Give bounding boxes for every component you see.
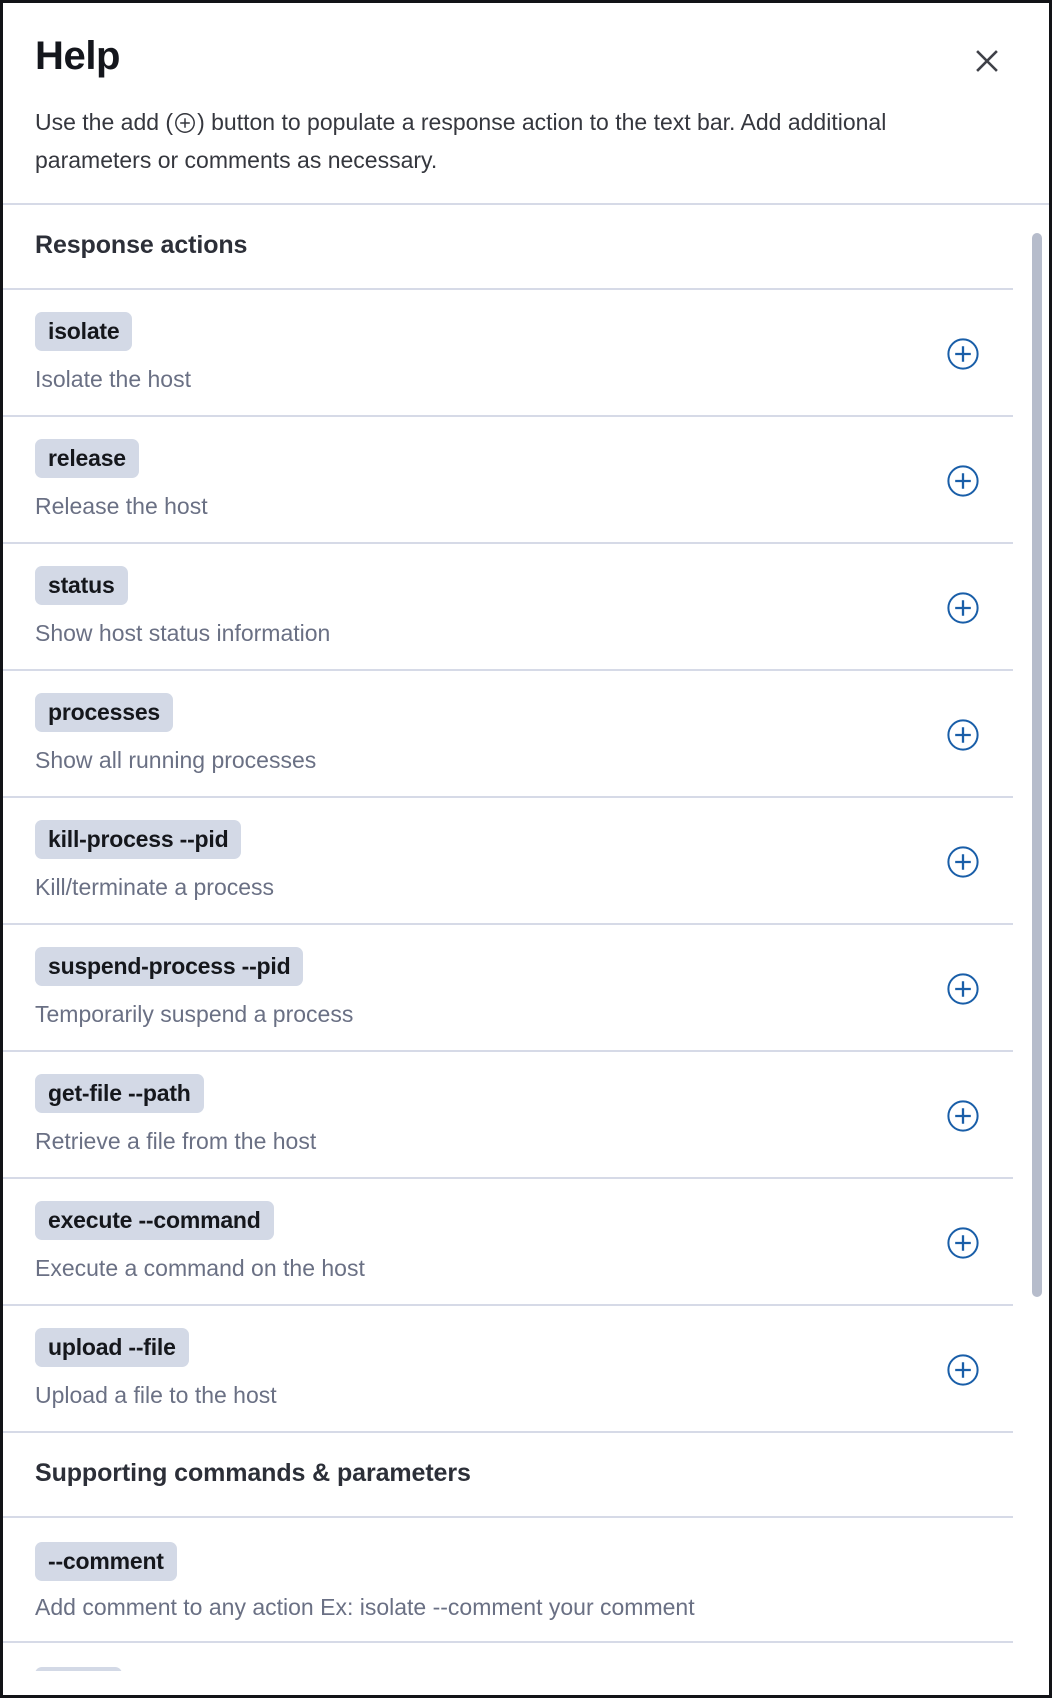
- add-circle-icon: [946, 718, 980, 752]
- command-description: Release the host: [35, 492, 208, 522]
- add-circle-icon: [946, 1353, 980, 1387]
- command-description: Upload a file to the host: [35, 1381, 277, 1411]
- command-badge: execute --command: [35, 1201, 274, 1240]
- command-description: Kill/terminate a process: [35, 873, 274, 903]
- command-badge: isolate: [35, 312, 132, 351]
- add-action-button[interactable]: [937, 328, 989, 380]
- add-circle-icon: [946, 464, 980, 498]
- list-item: status Show host status information: [3, 544, 1013, 669]
- add-circle-icon: [946, 972, 980, 1006]
- command-badge: --comment: [35, 1542, 177, 1581]
- add-action-button[interactable]: [937, 836, 989, 888]
- command-text-group: processes Show all running processes: [3, 693, 316, 776]
- title-row: Help: [35, 33, 1017, 83]
- sections-container: Response actions isolate Isolate the host r…: [3, 205, 1049, 1671]
- add-circle-icon: [946, 1226, 980, 1260]
- close-button[interactable]: [965, 39, 1009, 83]
- command-text-group: release Release the host: [3, 439, 208, 522]
- page-title: Help: [35, 33, 120, 80]
- command-description: Retrieve a file from the host: [35, 1127, 316, 1157]
- add-circle-icon: [946, 591, 980, 625]
- section-heading-response-actions: Response actions: [3, 205, 1049, 288]
- add-action-button[interactable]: [937, 963, 989, 1015]
- list-item: get-file --path Retrieve a file from the …: [3, 1052, 1013, 1177]
- command-text-group: --help: [3, 1667, 122, 1671]
- command-text-group: status Show host status information: [3, 566, 330, 649]
- help-flyout-panel: Help Use the add () button to populate a…: [0, 0, 1052, 1698]
- command-description: Show host status information: [35, 619, 330, 649]
- command-badge: suspend-process --pid: [35, 947, 303, 986]
- command-badge: status: [35, 566, 128, 605]
- command-description: Execute a command on the host: [35, 1254, 365, 1284]
- command-text-group: execute --command Execute a command on th…: [3, 1201, 365, 1284]
- help-content-scroll-area[interactable]: Response actions isolate Isolate the host r…: [3, 205, 1049, 1671]
- help-description: Use the add () button to populate a resp…: [35, 105, 965, 177]
- add-circle-icon: [946, 845, 980, 879]
- command-badge: processes: [35, 693, 173, 732]
- list-item: --help: [3, 1643, 1013, 1671]
- command-text-group: kill-process --pid Kill/terminate a proce…: [3, 820, 274, 903]
- command-description: Show all running processes: [35, 746, 316, 776]
- list-item: processes Show all running processes: [3, 671, 1013, 796]
- command-text-group: isolate Isolate the host: [3, 312, 191, 395]
- list-item: kill-process --pid Kill/terminate a proce…: [3, 798, 1013, 923]
- command-description: Add comment to any action Ex: isolate --…: [35, 1593, 695, 1623]
- list-item: isolate Isolate the host: [3, 290, 1013, 415]
- help-description-before: Use the add (: [35, 109, 173, 135]
- add-action-button[interactable]: [937, 455, 989, 507]
- command-badge: upload --file: [35, 1328, 189, 1367]
- command-badge: get-file --path: [35, 1074, 204, 1113]
- add-action-button[interactable]: [937, 1344, 989, 1396]
- command-description: Isolate the host: [35, 365, 191, 395]
- list-item: suspend-process --pid Temporarily suspend…: [3, 925, 1013, 1050]
- list-item: release Release the host: [3, 417, 1013, 542]
- list-item: execute --command Execute a command on th…: [3, 1179, 1013, 1304]
- list-item: --comment Add comment to any action Ex: i…: [3, 1518, 1013, 1641]
- add-circle-icon: [946, 337, 980, 371]
- command-text-group: get-file --path Retrieve a file from the …: [3, 1074, 316, 1157]
- flyout-header: Help Use the add () button to populate a…: [3, 3, 1049, 203]
- close-icon: [972, 46, 1002, 76]
- list-item: upload --file Upload a file to the host: [3, 1306, 1013, 1431]
- scrollbar-thumb[interactable]: [1032, 233, 1042, 1297]
- add-action-button[interactable]: [937, 709, 989, 761]
- section-heading-supporting-commands: Supporting commands & parameters: [3, 1433, 1049, 1516]
- command-text-group: suspend-process --pid Temporarily suspend…: [3, 947, 353, 1030]
- command-badge: kill-process --pid: [35, 820, 241, 859]
- command-text-group: --comment Add comment to any action Ex: i…: [3, 1542, 695, 1623]
- command-description: Temporarily suspend a process: [35, 1000, 353, 1030]
- command-badge: release: [35, 439, 139, 478]
- add-action-button[interactable]: [937, 1090, 989, 1142]
- add-action-button[interactable]: [937, 1217, 989, 1269]
- command-badge: --help: [35, 1667, 122, 1671]
- vertical-scrollbar[interactable]: [1032, 205, 1042, 1671]
- add-circle-icon: [946, 1099, 980, 1133]
- add-circle-icon: [174, 109, 196, 143]
- add-action-button[interactable]: [937, 582, 989, 634]
- command-text-group: upload --file Upload a file to the host: [3, 1328, 277, 1411]
